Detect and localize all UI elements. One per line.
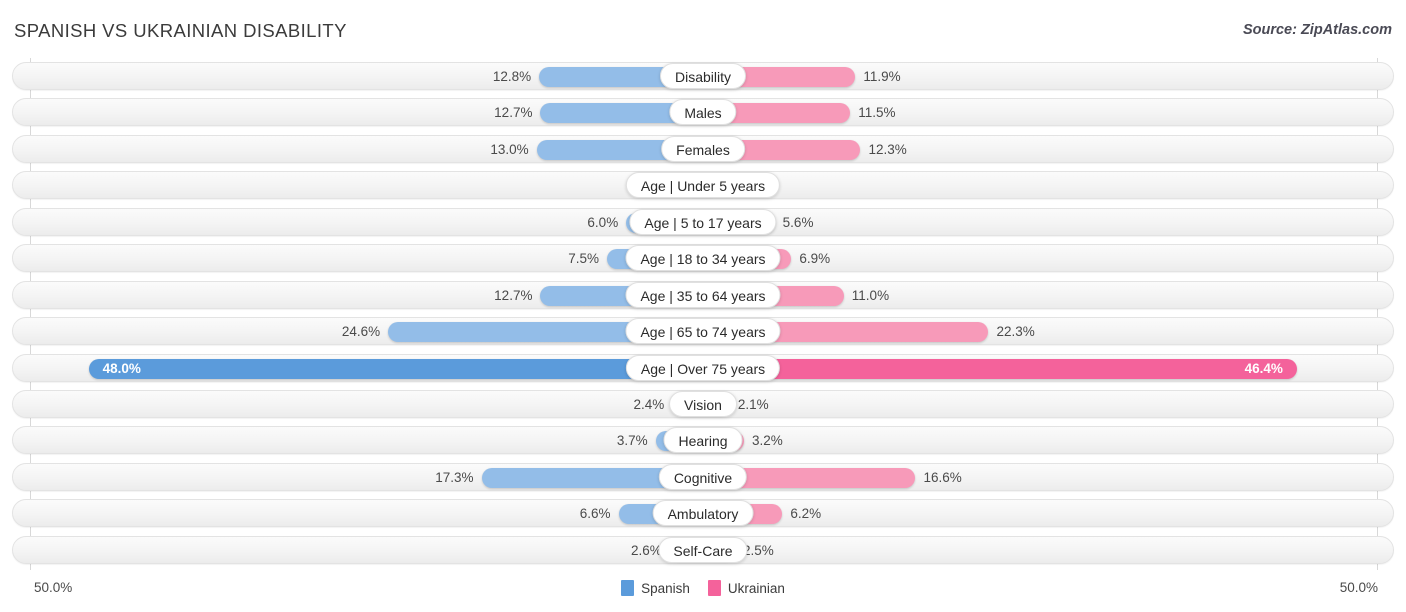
value-label-ukrainian: 11.5% [858, 104, 895, 122]
bar-pair: 7.5% 6.9% Age | 18 to 34 years [0, 240, 1406, 276]
legend-label: Spanish [641, 581, 690, 596]
bar-spanish[interactable] [89, 359, 703, 379]
value-label-ukrainian: 5.6% [783, 214, 814, 232]
bar-row[interactable]: 48.0% 46.4% Age | Over 75 years [0, 350, 1406, 386]
bar-row[interactable]: 13.0% 12.3% Females [0, 131, 1406, 167]
category-label[interactable]: Self-Care [658, 537, 747, 563]
bar-row[interactable]: 12.8% 11.9% Disability [0, 58, 1406, 94]
category-label[interactable]: Age | Under 5 years [626, 172, 780, 198]
value-label-ukrainian: 11.0% [852, 287, 889, 305]
category-label[interactable]: Age | 18 to 34 years [625, 245, 780, 271]
bar-row[interactable]: 3.7% 3.2% Hearing [0, 422, 1406, 458]
bar-row[interactable]: 7.5% 6.9% Age | 18 to 34 years [0, 240, 1406, 276]
value-label-spanish: 48.0% [103, 360, 141, 378]
bar-pair: 1.4%1.3%Age | Under 5 years [0, 167, 1406, 203]
category-label[interactable]: Age | 65 to 74 years [625, 318, 780, 344]
bar-pair: 13.0% 12.3% Females [0, 131, 1406, 167]
value-label-spanish: 6.6% [580, 505, 611, 523]
category-label[interactable]: Vision [669, 391, 737, 417]
bar-pair: 12.7% 11.5% Males [0, 94, 1406, 130]
value-label-spanish: 2.6% [631, 542, 662, 560]
category-label[interactable]: Age | Over 75 years [626, 355, 780, 381]
value-label-spanish: 2.4% [634, 396, 665, 414]
bar-pair: 12.7% 11.0% Age | 35 to 64 years [0, 277, 1406, 313]
legend-item[interactable]: Ukrainian [708, 580, 785, 596]
value-label-spanish: 3.7% [617, 432, 648, 450]
category-label[interactable]: Age | 5 to 17 years [629, 209, 776, 235]
value-label-spanish: 24.6% [342, 323, 380, 341]
value-label-ukrainian: 2.1% [738, 396, 769, 414]
page-title: SPANISH VS UKRAINIAN DISABILITY [14, 20, 347, 42]
value-label-ukrainian: 2.5% [743, 542, 774, 560]
value-label-spanish: 13.0% [490, 141, 528, 159]
bar-row[interactable]: 12.7% 11.0% Age | 35 to 64 years [0, 277, 1406, 313]
category-label[interactable]: Cognitive [659, 464, 747, 490]
legend-item[interactable]: Spanish [621, 580, 690, 596]
value-label-ukrainian: 6.9% [799, 250, 830, 268]
value-label-spanish: 7.5% [568, 250, 599, 268]
bar-pair: 2.6% 2.5%Self-Care [0, 532, 1406, 568]
category-label[interactable]: Age | 35 to 64 years [625, 282, 780, 308]
legend-label: Ukrainian [728, 581, 785, 596]
bar-ukrainian[interactable] [703, 359, 1297, 379]
plot-area: 12.8% 11.9% Disability 12.7% 11.5% Males 13.0%… [0, 58, 1406, 570]
bar-pair: 12.8% 11.9% Disability [0, 58, 1406, 94]
value-label-spanish: 12.7% [494, 287, 532, 305]
chart-footer: 50.0% 50.0% SpanishUkrainian [0, 572, 1406, 612]
chart-root: SPANISH VS UKRAINIAN DISABILITY Source: … [0, 0, 1406, 612]
bar-row[interactable]: 2.4% 2.1%Vision [0, 386, 1406, 422]
bar-pair: 48.0% 46.4% Age | Over 75 years [0, 350, 1406, 386]
value-label-ukrainian: 3.2% [752, 432, 783, 450]
source-attribution: Source: ZipAtlas.com [1243, 22, 1392, 38]
bar-row[interactable]: 12.7% 11.5% Males [0, 94, 1406, 130]
value-label-ukrainian: 6.2% [790, 505, 821, 523]
bar-row[interactable]: 6.0% 5.6% Age | 5 to 17 years [0, 204, 1406, 240]
bar-pair: 24.6% 22.3% Age | 65 to 74 years [0, 313, 1406, 349]
legend-swatch-icon [708, 580, 721, 596]
chart-header: SPANISH VS UKRAINIAN DISABILITY Source: … [0, 0, 1406, 58]
value-label-ukrainian: 11.9% [863, 68, 900, 86]
bar-pair: 6.0% 5.6% Age | 5 to 17 years [0, 204, 1406, 240]
category-label[interactable]: Females [661, 136, 745, 162]
bar-row[interactable]: 2.6% 2.5%Self-Care [0, 532, 1406, 568]
bar-rows: 12.8% 11.9% Disability 12.7% 11.5% Males 13.0%… [0, 58, 1406, 568]
value-label-spanish: 6.0% [587, 214, 618, 232]
bar-row[interactable]: 6.6% 6.2% Ambulatory [0, 495, 1406, 531]
category-label[interactable]: Hearing [663, 427, 742, 453]
category-label[interactable]: Disability [660, 63, 746, 89]
bar-row[interactable]: 1.4%1.3%Age | Under 5 years [0, 167, 1406, 203]
bar-pair: 17.3% 16.6% Cognitive [0, 459, 1406, 495]
value-label-ukrainian: 22.3% [996, 323, 1034, 341]
value-label-spanish: 12.7% [494, 104, 532, 122]
legend: Spanish Ukrainian [0, 580, 1406, 596]
value-label-spanish: 17.3% [435, 469, 473, 487]
bar-row[interactable]: 24.6% 22.3% Age | 65 to 74 years [0, 313, 1406, 349]
value-label-ukrainian: 46.4% [1245, 360, 1283, 378]
value-label-ukrainian: 12.3% [868, 141, 906, 159]
value-label-ukrainian: 16.6% [923, 469, 961, 487]
bar-pair: 6.6% 6.2% Ambulatory [0, 495, 1406, 531]
bar-pair: 2.4% 2.1%Vision [0, 386, 1406, 422]
value-label-spanish: 12.8% [493, 68, 531, 86]
bar-pair: 3.7% 3.2% Hearing [0, 422, 1406, 458]
legend-swatch-icon [621, 580, 634, 596]
category-label[interactable]: Ambulatory [653, 500, 754, 526]
category-label[interactable]: Males [669, 99, 736, 125]
bar-row[interactable]: 17.3% 16.6% Cognitive [0, 459, 1406, 495]
